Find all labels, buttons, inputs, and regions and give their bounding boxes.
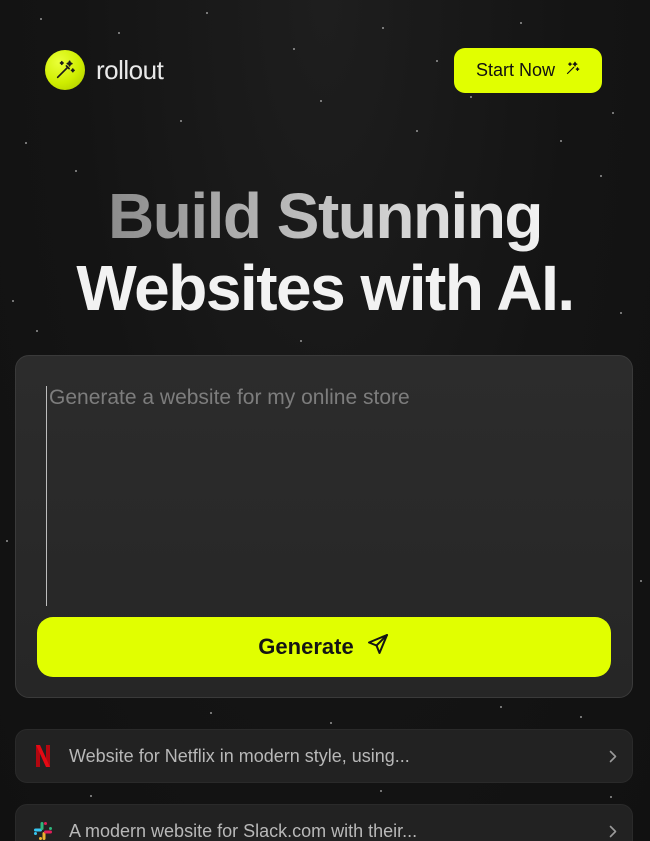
suggestion-slack[interactable]: A modern website for Slack.com with thei…	[15, 804, 633, 841]
suggestion-text: A modern website for Slack.com with thei…	[69, 820, 418, 841]
suggestion-text: Website for Netflix in modern style, usi…	[69, 745, 410, 766]
brand-logo[interactable]: rollout	[45, 50, 164, 90]
sparkles-icon	[565, 60, 580, 81]
slack-logo-icon	[32, 820, 54, 841]
suggestion-netflix[interactable]: Website for Netflix in modern style, usi…	[15, 729, 633, 783]
start-now-button[interactable]: Start Now	[454, 48, 602, 93]
landing-page: rollout Start Now Build Stunning Website…	[0, 0, 650, 841]
hero-title: Build Stunning Websites with AI.	[0, 180, 650, 324]
chevron-right-icon	[608, 825, 618, 838]
hero-title-line1: Build Stunning	[108, 180, 544, 252]
start-now-label: Start Now	[475, 60, 556, 80]
send-icon	[366, 632, 390, 662]
prompt-input[interactable]	[46, 386, 604, 606]
chevron-right-icon	[608, 750, 618, 763]
magic-wand-icon	[45, 50, 85, 90]
netflix-logo-icon	[32, 745, 54, 767]
brand-name: rollout	[96, 54, 164, 85]
generate-label: Generate	[258, 634, 354, 659]
hero-title-line2: Websites with AI.	[76, 252, 575, 324]
prompt-card: Generate	[15, 355, 633, 698]
generate-button[interactable]: Generate	[37, 617, 611, 677]
